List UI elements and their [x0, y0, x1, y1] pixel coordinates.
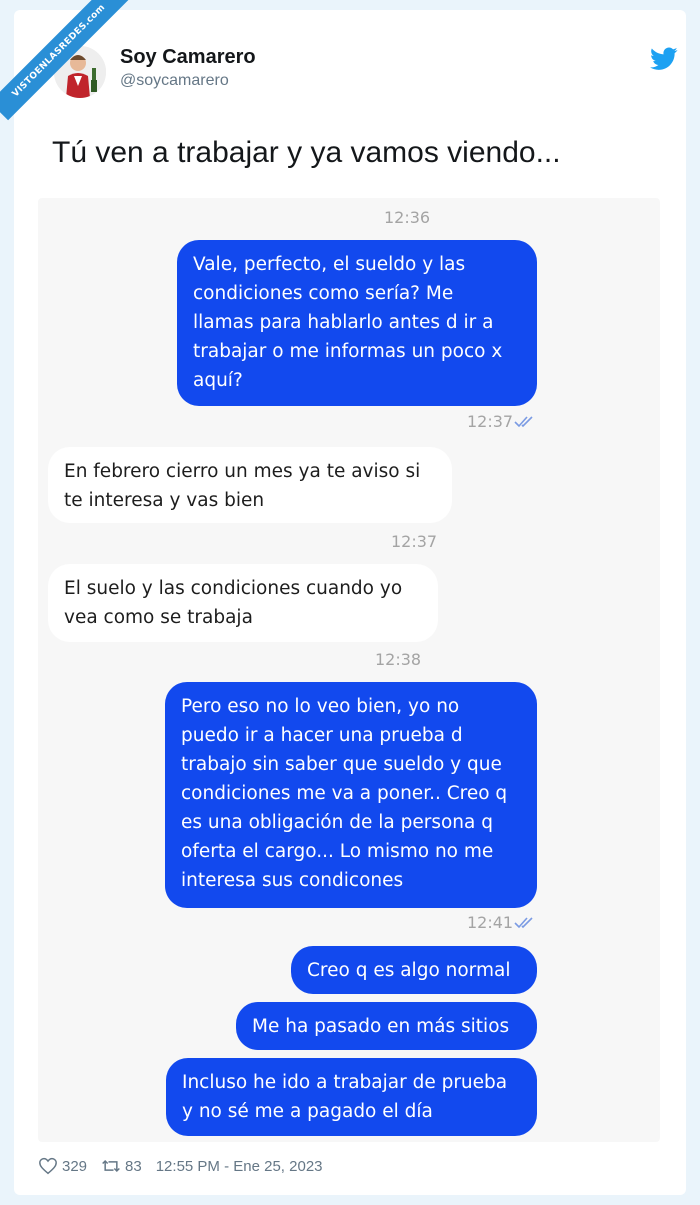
message-bubble-outgoing: Pero eso no lo veo bien, yo no puedo ir …	[165, 682, 537, 908]
message-bubble-outgoing: Me ha pasado en más sitios	[236, 1002, 537, 1050]
like-count[interactable]: 329	[62, 1158, 87, 1175]
author-name[interactable]: Soy Camarero	[120, 46, 256, 69]
message-time: 12:37	[391, 532, 438, 551]
tweet-text: Tú ven a trabajar y ya vamos viendo...	[52, 136, 561, 169]
message-time: 12:41	[467, 913, 514, 932]
retweet-count[interactable]: 83	[125, 1158, 142, 1175]
heart-icon[interactable]	[38, 1157, 58, 1175]
author-handle[interactable]: @soycamarero	[120, 72, 229, 90]
chat-screenshot: 12:36 Vale, perfecto, el sueldo y las co…	[38, 198, 660, 1142]
message-bubble-incoming: El suelo y las condiciones cuando yo vea…	[48, 564, 438, 642]
message-bubble-outgoing: Creo q es algo normal	[291, 946, 537, 994]
message-bubble-outgoing: Vale, perfecto, el sueldo y las condicio…	[177, 240, 537, 406]
tweet-footer: 329 83 12:55 PM - Ene 25, 2023	[38, 1156, 337, 1176]
message-time: 12:38	[375, 650, 422, 669]
watermark-banner: VISTOENLASREDES.com	[0, 0, 129, 121]
tweet-timestamp[interactable]: 12:55 PM - Ene 25, 2023	[156, 1158, 323, 1175]
double-check-icon	[514, 917, 533, 929]
message-time: 12:37	[467, 412, 514, 431]
message-bubble-incoming: En febrero cierro un mes ya te aviso si …	[48, 447, 452, 523]
double-check-icon	[514, 416, 533, 428]
chat-time: 12:36	[384, 208, 431, 227]
twitter-bird-icon[interactable]	[650, 46, 678, 72]
retweet-icon[interactable]	[101, 1157, 121, 1175]
message-bubble-outgoing: Incluso he ido a trabajar de prueba y no…	[166, 1058, 537, 1136]
